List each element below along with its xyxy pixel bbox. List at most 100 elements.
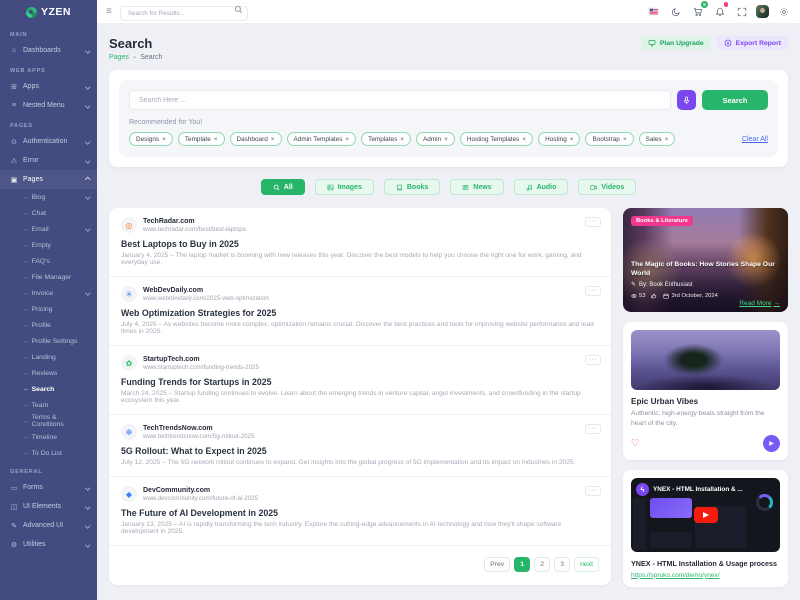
settings-gear-icon[interactable]: [776, 4, 791, 19]
remove-tag-icon[interactable]: ×: [665, 136, 669, 143]
sidebar-item-faqs[interactable]: FAQ's: [0, 253, 97, 269]
brand[interactable]: YZEN: [0, 0, 97, 24]
tag-admin[interactable]: Admin×: [416, 132, 455, 146]
tag-designs[interactable]: Designs×: [129, 132, 173, 146]
tag-sales[interactable]: Sales×: [639, 132, 676, 146]
tag-bootstrap[interactable]: Bootstrap×: [585, 132, 633, 146]
fullscreen-icon[interactable]: [734, 4, 749, 19]
sidebar-item-apps[interactable]: ⊞ Apps: [0, 77, 97, 96]
sidebar-item-search[interactable]: Search: [0, 381, 97, 397]
tag-template[interactable]: Template×: [178, 132, 225, 146]
thumbs-up-icon[interactable]: [651, 293, 657, 299]
plan-upgrade-button[interactable]: Plan Upgrade: [641, 36, 711, 50]
sidebar-item-dashboards[interactable]: ⌂ Dashboards: [0, 41, 97, 60]
sidebar-item-terms[interactable]: Terms & Conditions: [0, 413, 97, 429]
site-url[interactable]: www.webdevdaily.com/2025-web-optimizatio…: [143, 295, 269, 302]
video-link[interactable]: https://spruko.com/demo/ynex/: [631, 572, 780, 579]
sidebar-item-authentication[interactable]: ⊙ Authentication: [0, 132, 97, 151]
language-flag-icon[interactable]: [646, 4, 661, 19]
tag-hosting[interactable]: Hosting×: [538, 132, 580, 146]
pagination-next-button[interactable]: next: [574, 557, 599, 572]
sidebar-item-profile[interactable]: Profile: [0, 317, 97, 333]
export-report-button[interactable]: Export Report: [717, 36, 788, 50]
sidebar-item-error[interactable]: ⚠ Error: [0, 151, 97, 170]
sidebar-item-nested-menu[interactable]: ≡ Nested Menu: [0, 96, 97, 115]
sidebar-item-profile-settings[interactable]: Profile Settings: [0, 333, 97, 349]
tag-templates[interactable]: Templates×: [361, 132, 411, 146]
sidebar-item-file-manager[interactable]: File Manager: [0, 269, 97, 285]
read-more-link[interactable]: Read More →: [739, 300, 780, 307]
filter-books-button[interactable]: Books: [384, 179, 440, 195]
remove-tag-icon[interactable]: ×: [345, 136, 349, 143]
site-url[interactable]: www.techtrendsnow.com/5g-rollout-2025: [143, 433, 254, 440]
sidebar-item-team[interactable]: Team: [0, 397, 97, 413]
filter-news-button[interactable]: News: [450, 179, 503, 195]
remove-tag-icon[interactable]: ×: [522, 136, 526, 143]
user-avatar[interactable]: [756, 5, 769, 18]
filter-all-button[interactable]: All: [261, 179, 305, 195]
more-options-icon[interactable]: ···: [585, 286, 601, 296]
hamburger-menu-icon[interactable]: ≡: [106, 7, 112, 17]
pagination-page-2[interactable]: 2: [534, 557, 550, 572]
sidebar-item-reviews[interactable]: Reviews: [0, 365, 97, 381]
remove-tag-icon[interactable]: ×: [271, 136, 275, 143]
remove-tag-icon[interactable]: ×: [400, 136, 404, 143]
video-thumbnail[interactable]: ϟ YNEX - HTML Installation & ...: [631, 478, 780, 552]
result-title-link[interactable]: Web Optimization Strategies for 2025: [121, 308, 599, 318]
sidebar-item-chat[interactable]: Chat: [0, 205, 97, 221]
play-audio-button[interactable]: ▶: [763, 435, 780, 452]
sidebar-item-blog[interactable]: Blog: [0, 189, 97, 205]
sidebar-item-email[interactable]: Email: [0, 221, 97, 237]
sidebar-item-todo-list[interactable]: To Do List: [0, 445, 97, 461]
filter-audio-button[interactable]: Audio: [514, 179, 569, 195]
sidebar-item-ui-elements[interactable]: ◫ UI Elements: [0, 497, 97, 516]
breadcrumb-pages-link[interactable]: Pages: [109, 54, 129, 61]
site-url[interactable]: www.techradar.com/best/best-laptops: [143, 226, 246, 233]
sidebar-item-advanced-ui[interactable]: ✎ Advanced UI: [0, 516, 97, 535]
site-url[interactable]: www.startuptech.com/funding-trends-2025: [143, 364, 259, 371]
sidebar-item-landing[interactable]: Landing: [0, 349, 97, 365]
dark-mode-moon-icon[interactable]: [668, 4, 683, 19]
sidebar-item-timeline[interactable]: Timeline: [0, 429, 97, 445]
voice-search-button[interactable]: [677, 90, 696, 110]
favorite-heart-icon[interactable]: ♡: [631, 439, 640, 449]
sidebar-item-utilities[interactable]: ⚙ Utilities: [0, 535, 97, 554]
filter-images-button[interactable]: Images: [315, 179, 374, 195]
result-title-link[interactable]: Best Laptops to Buy in 2025: [121, 239, 599, 249]
remove-tag-icon[interactable]: ×: [570, 136, 574, 143]
youtube-play-button[interactable]: [694, 507, 718, 523]
search-input[interactable]: [129, 90, 671, 110]
site-name[interactable]: StartupTech.com: [143, 356, 259, 363]
remove-tag-icon[interactable]: ×: [214, 136, 218, 143]
tag-admin-templates[interactable]: Admin Templates×: [287, 132, 357, 146]
tag-dashboard[interactable]: Dashboard×: [230, 132, 282, 146]
featured-article-card[interactable]: Books & Literature The Magic of Books: H…: [623, 208, 788, 312]
notifications-bell-icon[interactable]: [712, 4, 727, 19]
topbar-search-input[interactable]: [120, 6, 248, 21]
pagination-page-3[interactable]: 3: [554, 557, 570, 572]
site-url[interactable]: www.devcommunity.com/future-of-ai-2025: [143, 495, 258, 502]
remove-tag-icon[interactable]: ×: [623, 136, 627, 143]
sidebar-item-pricing[interactable]: Pricing: [0, 301, 97, 317]
site-name[interactable]: TechRadar.com: [143, 218, 246, 225]
site-name[interactable]: DevCommunity.com: [143, 487, 258, 494]
site-name[interactable]: WebDevDaily.com: [143, 287, 269, 294]
more-options-icon[interactable]: ···: [585, 424, 601, 434]
cart-icon[interactable]: 5: [690, 4, 705, 19]
pagination-prev-button[interactable]: Prev: [484, 557, 510, 572]
more-options-icon[interactable]: ···: [585, 217, 601, 227]
clear-all-link[interactable]: Clear All: [742, 136, 768, 143]
result-title-link[interactable]: The Future of AI Development in 2025: [121, 508, 599, 518]
sidebar-item-invoice[interactable]: Invoice: [0, 285, 97, 301]
result-title-link[interactable]: 5G Rollout: What to Expect in 2025: [121, 446, 599, 456]
filter-videos-button[interactable]: Videos: [578, 179, 636, 195]
sidebar-item-empty[interactable]: Empty: [0, 237, 97, 253]
more-options-icon[interactable]: ···: [585, 355, 601, 365]
more-options-icon[interactable]: ···: [585, 486, 601, 496]
pagination-page-1[interactable]: 1: [514, 557, 530, 572]
result-title-link[interactable]: Funding Trends for Startups in 2025: [121, 377, 599, 387]
remove-tag-icon[interactable]: ×: [162, 136, 166, 143]
sidebar-item-forms[interactable]: ▭ Forms: [0, 478, 97, 497]
remove-tag-icon[interactable]: ×: [444, 136, 448, 143]
site-name[interactable]: TechTrendsNow.com: [143, 425, 254, 432]
